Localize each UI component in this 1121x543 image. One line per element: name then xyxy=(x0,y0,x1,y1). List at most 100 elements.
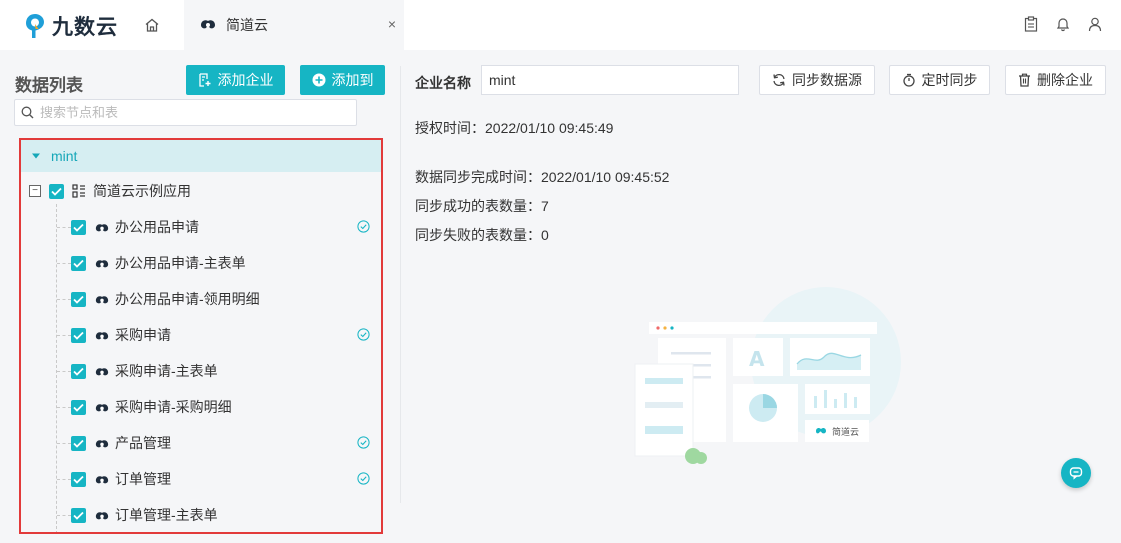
table-label: 办公用品申请-主表单 xyxy=(115,255,246,271)
table-checkbox[interactable] xyxy=(71,399,86,415)
table-label: 订单管理 xyxy=(115,471,171,487)
app-label: 简道云示例应用 xyxy=(93,183,191,199)
search-icon xyxy=(21,106,34,119)
auth-time-text: 授权时间：2022/01/10 09:45:49 xyxy=(415,120,614,136)
app-grid-icon xyxy=(72,184,86,198)
table-checkbox[interactable] xyxy=(71,219,86,235)
data-list-panel: 数据列表 添加企业 添加到 mint − xyxy=(0,50,400,543)
table-checkbox[interactable] xyxy=(71,291,86,307)
sync-datasource-button[interactable]: 同步数据源 xyxy=(759,65,875,95)
chat-support-button[interactable] xyxy=(1061,458,1091,488)
tree-table-node[interactable]: 采购申请-主表单 xyxy=(21,356,381,386)
tree-branch-line xyxy=(57,371,71,372)
tree-branch-line xyxy=(57,263,71,264)
table-label: 采购申请-采购明细 xyxy=(115,399,232,415)
illustration-brand-text: 简道云 xyxy=(832,426,859,437)
jiandaoyun-icon xyxy=(200,17,216,33)
tab-close-button[interactable]: × xyxy=(388,16,396,32)
stopwatch-icon xyxy=(902,73,916,87)
table-checkbox[interactable] xyxy=(71,363,86,379)
tab-label: 简道云 xyxy=(226,17,268,33)
sync-success-check-icon xyxy=(357,436,370,449)
search-input[interactable] xyxy=(40,105,340,120)
plus-circle-icon xyxy=(312,73,326,87)
tree-table-node[interactable]: 办公用品申请-主表单 xyxy=(21,248,381,278)
add-to-label: 添加到 xyxy=(331,72,374,88)
table-label: 采购申请 xyxy=(115,327,171,343)
tree-root-node[interactable]: mint xyxy=(21,140,381,172)
table-checkbox[interactable] xyxy=(71,471,86,487)
sync-success-count-text: 同步成功的表数量：7 xyxy=(415,198,549,214)
tree-table-node[interactable]: 产品管理 xyxy=(21,428,381,458)
add-enterprise-button[interactable]: 添加企业 xyxy=(186,65,285,95)
jiandaoyun-table-icon xyxy=(95,474,109,485)
jiandaoyun-table-icon xyxy=(95,258,109,269)
tree-table-node[interactable]: 办公用品申请-领用明细 xyxy=(21,284,381,314)
trash-icon xyxy=(1018,73,1031,87)
add-enterprise-label: 添加企业 xyxy=(217,72,274,88)
sync-fail-count-text: 同步失败的表数量：0 xyxy=(415,227,549,243)
refresh-icon xyxy=(772,73,786,87)
jiandaoyun-table-icon xyxy=(95,366,109,377)
table-label: 订单管理-主表单 xyxy=(115,507,218,523)
delete-enterprise-label: 删除企业 xyxy=(1037,72,1093,88)
home-icon xyxy=(145,18,159,32)
enterprise-name-input[interactable] xyxy=(481,65,739,95)
table-checkbox[interactable] xyxy=(71,255,86,271)
tree-table-node[interactable]: 采购申请 xyxy=(21,320,381,350)
jiandaoyun-table-icon xyxy=(95,438,109,449)
jiandaoyun-table-icon xyxy=(95,294,109,305)
table-label: 采购申请-主表单 xyxy=(115,363,218,379)
tab-jiandaoyun[interactable]: 简道云 × xyxy=(184,0,404,50)
add-to-button[interactable]: 添加到 xyxy=(300,65,385,95)
search-box xyxy=(14,99,357,126)
table-label: 产品管理 xyxy=(115,435,171,451)
logo-text: 九数云 xyxy=(52,16,118,39)
tree-branch-line xyxy=(57,299,71,300)
jiandaoyun-table-icon xyxy=(95,402,109,413)
tree-table-node[interactable]: 办公用品申请 xyxy=(21,212,381,242)
caret-down-icon[interactable] xyxy=(31,152,41,160)
tree-table-node[interactable]: 采购申请-采购明细 xyxy=(21,392,381,422)
top-bar: 九数云 简道云 × xyxy=(0,0,1121,50)
app-checkbox[interactable] xyxy=(49,183,64,199)
clipboard-icon[interactable] xyxy=(1023,15,1039,33)
table-label: 办公用品申请-领用明细 xyxy=(115,291,260,307)
timed-sync-label: 定时同步 xyxy=(921,72,978,88)
sync-done-time-text: 数据同步完成时间：2022/01/10 09:45:52 xyxy=(415,169,670,185)
tree-table-node[interactable]: 订单管理-主表单 xyxy=(21,500,381,530)
table-checkbox[interactable] xyxy=(71,435,86,451)
table-label: 办公用品申请 xyxy=(115,219,199,235)
illustration-letter: A xyxy=(749,347,765,371)
tree-app-node[interactable]: − 简道云示例应用 xyxy=(21,176,381,206)
logo[interactable]: 九数云 xyxy=(24,11,118,41)
home-button[interactable] xyxy=(140,14,164,36)
tree-table-node[interactable]: 订单管理 xyxy=(21,464,381,494)
add-enterprise-icon xyxy=(198,73,212,87)
panel-title: 数据列表 xyxy=(15,76,83,95)
empty-state-illustration: A 简道云 xyxy=(634,287,901,464)
tree-branch-line xyxy=(57,227,71,228)
root-label: mint xyxy=(51,148,78,164)
bell-icon[interactable] xyxy=(1055,15,1071,33)
sync-success-check-icon xyxy=(357,328,370,341)
delete-enterprise-button[interactable]: 删除企业 xyxy=(1005,65,1106,95)
tree-selection-highlight: mint − 简道云示例应用 办公用品申请办公用品申请-主表单 办公用品申请-领用… xyxy=(19,138,383,534)
enterprise-detail-panel: 企业名称 同步数据源 定时同步 删除企业 授权时间：2022/01/10 09:… xyxy=(401,50,1121,543)
tree-branch-line xyxy=(57,479,71,480)
enterprise-name-label: 企业名称 xyxy=(415,75,471,91)
table-checkbox[interactable] xyxy=(71,327,86,343)
collapse-minus-icon[interactable]: − xyxy=(29,185,41,197)
tree-branch-line xyxy=(57,515,71,516)
table-checkbox[interactable] xyxy=(71,507,86,523)
jiandaoyun-table-icon xyxy=(95,330,109,341)
sync-datasource-label: 同步数据源 xyxy=(792,72,862,88)
tree-branch-line xyxy=(57,407,71,408)
logo-icon xyxy=(26,14,44,38)
chat-icon xyxy=(1069,467,1083,480)
jiandaoyun-table-icon xyxy=(95,510,109,521)
tree-branch-line xyxy=(57,443,71,444)
user-icon[interactable] xyxy=(1087,15,1103,33)
timed-sync-button[interactable]: 定时同步 xyxy=(889,65,990,95)
tree-branch-line xyxy=(57,335,71,336)
